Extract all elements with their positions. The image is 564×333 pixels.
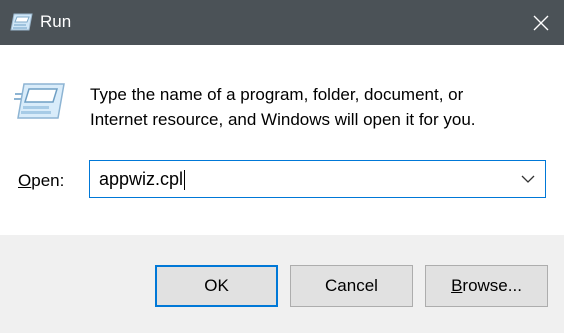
open-label-text: pen: bbox=[31, 171, 65, 190]
close-button[interactable] bbox=[518, 0, 564, 45]
open-label: Open: bbox=[18, 171, 64, 191]
close-icon bbox=[533, 15, 549, 30]
instruction-line-1: Type the name of a program, folder, docu… bbox=[90, 85, 464, 104]
instruction-line-2: Internet resource, and Windows will open… bbox=[90, 110, 476, 129]
cancel-button[interactable]: Cancel bbox=[290, 265, 413, 307]
browse-button-label: rowse... bbox=[462, 276, 522, 295]
cancel-button-label: Cancel bbox=[325, 276, 378, 295]
browse-button[interactable]: Browse... bbox=[425, 265, 548, 307]
open-label-accelerator: O bbox=[18, 171, 32, 190]
dropdown-button[interactable] bbox=[517, 161, 539, 197]
browse-button-accelerator: B bbox=[451, 276, 463, 295]
window-title: Run bbox=[40, 12, 72, 31]
open-combobox[interactable] bbox=[89, 160, 546, 198]
run-app-icon bbox=[10, 11, 34, 33]
instruction-text: Type the name of a program, folder, docu… bbox=[90, 82, 550, 132]
chevron-down-icon bbox=[521, 175, 535, 183]
text-cursor bbox=[184, 170, 185, 190]
ok-button[interactable]: OK bbox=[155, 265, 278, 307]
ok-button-label: OK bbox=[204, 276, 229, 295]
open-input[interactable] bbox=[99, 161, 499, 197]
run-program-icon bbox=[14, 82, 66, 122]
title-bar: Run bbox=[0, 0, 564, 45]
run-dialog: Run Type the name of a program, folder, … bbox=[0, 0, 564, 333]
